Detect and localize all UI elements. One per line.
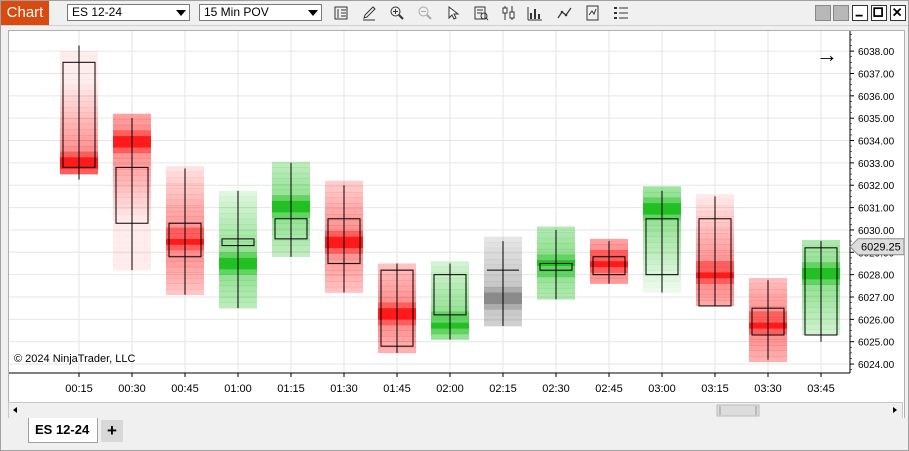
y-tick-label: 6033.00 xyxy=(858,159,895,170)
zoom-in-icon[interactable] xyxy=(389,5,405,21)
y-tick-label: 6030.00 xyxy=(858,226,895,237)
x-tick-label: 03:45 xyxy=(807,383,835,395)
tab-bar: ES 12-24 + xyxy=(1,418,908,450)
pencil-icon[interactable] xyxy=(361,5,377,21)
window-tag[interactable]: Chart xyxy=(1,1,49,25)
y-tick-label: 6037.00 xyxy=(858,69,895,80)
close-icon xyxy=(893,8,902,17)
interval-selector[interactable]: 15 Min POV xyxy=(199,4,322,21)
instrument-value: ES 12-24 xyxy=(72,5,123,19)
chart-panel[interactable]: 6038.00 6037.00 6036.00 6035.00 6034.00 6033.… xyxy=(8,30,905,420)
x-tick-label: 00:15 xyxy=(65,383,93,395)
y-tick-label: 6025.00 xyxy=(858,338,895,349)
y-tick-label: 6038.00 xyxy=(858,47,895,58)
minimize-icon xyxy=(855,14,863,17)
maximize-button[interactable] xyxy=(871,5,887,21)
chart-style-icon[interactable] xyxy=(501,5,517,21)
horizontal-scrollbar[interactable] xyxy=(8,402,903,419)
y-tick-label: 6036.00 xyxy=(858,92,895,103)
zoom-out-icon[interactable] xyxy=(417,5,433,21)
maximize-icon xyxy=(873,7,883,17)
scroll-to-end-arrow-icon[interactable]: → xyxy=(816,42,838,67)
x-tick-label: 01:30 xyxy=(330,383,358,395)
chart-window: Chart ES 12-24 15 Min POV 6038.00 6037.0… xyxy=(0,0,909,451)
x-tick-label: 01:45 xyxy=(383,383,411,395)
properties-icon[interactable] xyxy=(473,5,489,21)
x-tick-label: 00:30 xyxy=(118,383,146,395)
minimize-button[interactable] xyxy=(852,5,868,21)
pointer-icon[interactable] xyxy=(445,5,461,21)
chevron-down-icon xyxy=(308,10,318,16)
x-tick-label: 02:45 xyxy=(595,383,623,395)
workspace-button[interactable] xyxy=(815,5,831,21)
price-chart[interactable]: 6038.00 6037.00 6036.00 6035.00 6034.00 6033.… xyxy=(9,31,904,403)
instrument-selector[interactable]: ES 12-24 xyxy=(67,4,190,21)
x-tick-label: 03:15 xyxy=(701,383,729,395)
y-tick-label: 6031.00 xyxy=(858,204,895,215)
y-tick-label: 6034.00 xyxy=(858,137,895,148)
y-tick-label: 6032.00 xyxy=(858,181,895,192)
current-price-label: 6029.25 xyxy=(861,242,901,254)
scroll-thumb[interactable] xyxy=(716,404,760,417)
add-tab-button[interactable]: + xyxy=(101,420,123,442)
close-button[interactable] xyxy=(890,5,906,21)
link-button[interactable] xyxy=(833,5,849,21)
x-tick-label: 03:00 xyxy=(648,383,676,395)
tab-instrument[interactable]: ES 12-24 xyxy=(28,418,98,443)
x-tick-label: 02:30 xyxy=(542,383,570,395)
toolbar: Chart ES 12-24 15 Min POV xyxy=(1,1,908,26)
strategy-icon[interactable] xyxy=(585,5,601,21)
scroll-right-icon[interactable] xyxy=(893,407,897,413)
chevron-down-icon xyxy=(176,10,186,16)
data-series-icon[interactable] xyxy=(333,5,349,21)
current-price-badge: 6029.25 xyxy=(849,238,904,256)
y-tick-label: 6026.00 xyxy=(858,315,895,326)
x-tick-label: 03:30 xyxy=(754,383,782,395)
indicator-icon[interactable] xyxy=(557,5,573,21)
y-tick-label: 6024.00 xyxy=(858,360,895,371)
scroll-left-icon[interactable] xyxy=(13,407,17,413)
volume-icon[interactable] xyxy=(527,5,543,21)
y-tick-label: 6027.00 xyxy=(858,293,895,304)
x-tick-label: 02:00 xyxy=(436,383,464,395)
y-tick-label: 6028.00 xyxy=(858,271,895,282)
interval-value: 15 Min POV xyxy=(204,5,269,19)
copyright-label: © 2024 NinjaTrader, LLC xyxy=(14,353,135,365)
y-tick-label: 6035.00 xyxy=(858,114,895,125)
x-tick-label: 02:15 xyxy=(489,383,517,395)
list-icon[interactable] xyxy=(613,5,629,21)
x-tick-label: 01:00 xyxy=(224,383,252,395)
x-tick-label: 00:45 xyxy=(171,383,199,395)
x-tick-label: 01:15 xyxy=(277,383,305,395)
